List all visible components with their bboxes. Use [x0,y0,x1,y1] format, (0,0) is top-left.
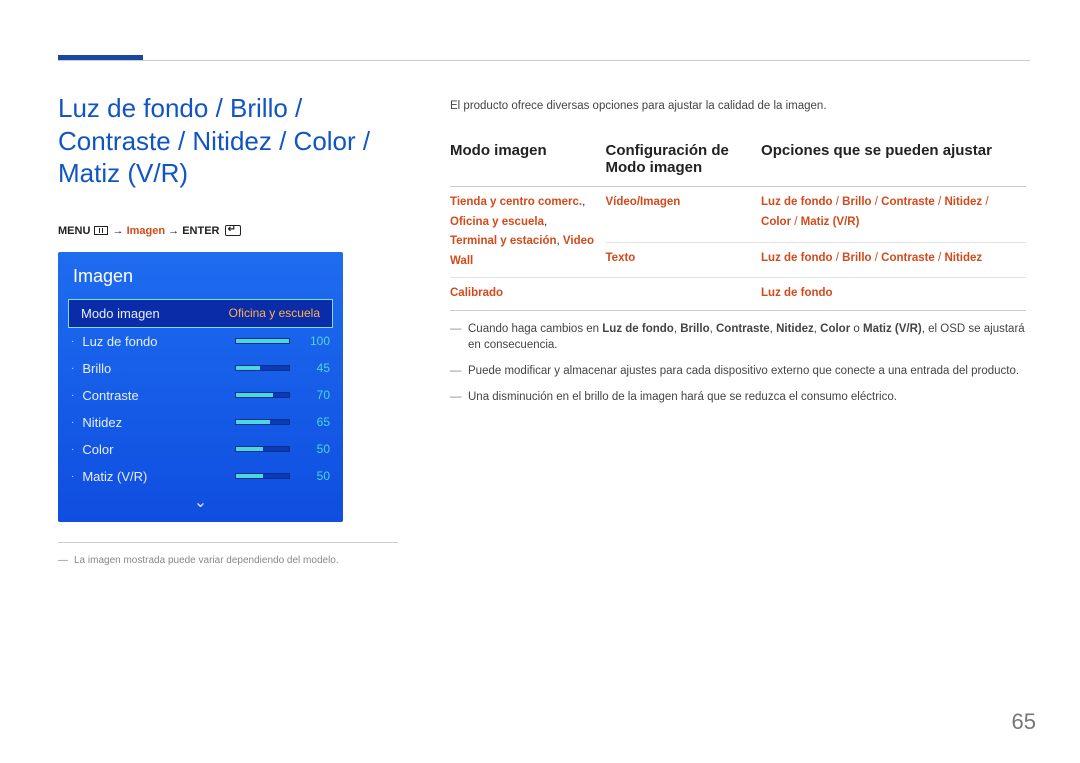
enter-icon [225,225,241,236]
cell-config: Texto [606,243,762,278]
osd-item-value: 70 [300,388,330,402]
menu-step-imagen: Imagen [127,225,166,237]
page-title: Luz de fondo / Brillo / Contraste / Niti… [58,92,398,190]
intro-text: El producto ofrece diversas opciones par… [450,100,1026,112]
left-column: Luz de fondo / Brillo / Contraste / Niti… [58,92,398,566]
osd-item-value: 50 [300,469,330,483]
bullet-icon: · [71,417,74,428]
slider[interactable] [235,473,290,479]
header-rule [58,60,1030,61]
page-number: 65 [1012,709,1036,735]
osd-item-brillo[interactable]: · Brillo 45 [58,355,343,382]
notes-list: Cuando haga cambios en Luz de fondo, Bri… [450,321,1026,406]
note-item: Una disminución en el brillo de la image… [450,389,1026,406]
dash-icon: ― [58,555,68,566]
osd-item-matiz[interactable]: · Matiz (V/R) 50 [58,463,343,490]
cell-opciones: Luz de fondo / Brillo / Contraste / Niti… [761,243,1026,278]
slider[interactable] [235,338,290,344]
osd-item-value: 50 [300,442,330,456]
arrow-2: → [168,225,179,237]
menu-label: MENU [58,225,90,237]
menu-icon [94,226,108,235]
cell-config [606,278,762,311]
modes-table: Modo imagen Configuración de Modo imagen… [450,136,1026,311]
osd-item-label: Brillo [82,361,235,376]
chevron-down-icon[interactable]: ⌄ [58,490,343,522]
cell-modo: Tienda y centro comerc., Oficina y escue… [450,187,606,278]
osd-item-contraste[interactable]: · Contraste 70 [58,382,343,409]
th-modo-imagen: Modo imagen [450,136,606,187]
note-item: Cuando haga cambios en Luz de fondo, Bri… [450,321,1026,354]
osd-mode-value: Oficina y escuela [229,306,320,320]
bullet-icon: · [71,444,74,455]
osd-item-value: 100 [300,334,330,348]
osd-title: Imagen [58,252,343,299]
slider[interactable] [235,365,290,371]
bullet-icon: · [71,390,74,401]
bullet-icon: · [71,471,74,482]
osd-item-value: 65 [300,415,330,429]
slider[interactable] [235,392,290,398]
osd-item-luz[interactable]: · Luz de fondo 100 [58,328,343,355]
cell-opciones: Luz de fondo / Brillo / Contraste / Niti… [761,187,1026,243]
slider[interactable] [235,419,290,425]
th-config-modo: Configuración de Modo imagen [606,136,762,187]
table-row: Calibrado Luz de fondo [450,278,1026,311]
cell-opciones: Luz de fondo [761,278,1026,311]
note-item: Puede modificar y almacenar ajustes para… [450,363,1026,380]
osd-item-label: Nitidez [82,415,235,430]
osd-mode-label: Modo imagen [81,306,229,321]
slider[interactable] [235,446,290,452]
footnote-text: La imagen mostrada puede variar dependie… [74,555,339,566]
menu-path: MENU → Imagen → ENTER [58,225,398,237]
osd-item-label: Contraste [82,388,235,403]
panel-footnote: ― La imagen mostrada puede variar dependi… [58,542,398,566]
osd-item-value: 45 [300,361,330,375]
osd-item-label: Color [82,442,235,457]
enter-label: ENTER [182,225,219,237]
osd-item-nitidez[interactable]: · Nitidez 65 [58,409,343,436]
right-column: El producto ofrece diversas opciones par… [450,100,1026,414]
cell-config: Vídeo/Imagen [606,187,762,243]
osd-item-color[interactable]: · Color 50 [58,436,343,463]
th-opciones: Opciones que se pueden ajustar [761,136,1026,187]
arrow-1: → [113,225,124,237]
bullet-icon: · [71,363,74,374]
osd-panel: Imagen Modo imagen Oficina y escuela · L… [58,252,343,522]
cell-modo: Calibrado [450,278,606,311]
osd-item-label: Matiz (V/R) [82,469,235,484]
osd-item-label: Luz de fondo [82,334,235,349]
bullet-icon: · [71,336,74,347]
table-row: Tienda y centro comerc., Oficina y escue… [450,187,1026,243]
osd-mode-row[interactable]: Modo imagen Oficina y escuela [68,299,333,328]
